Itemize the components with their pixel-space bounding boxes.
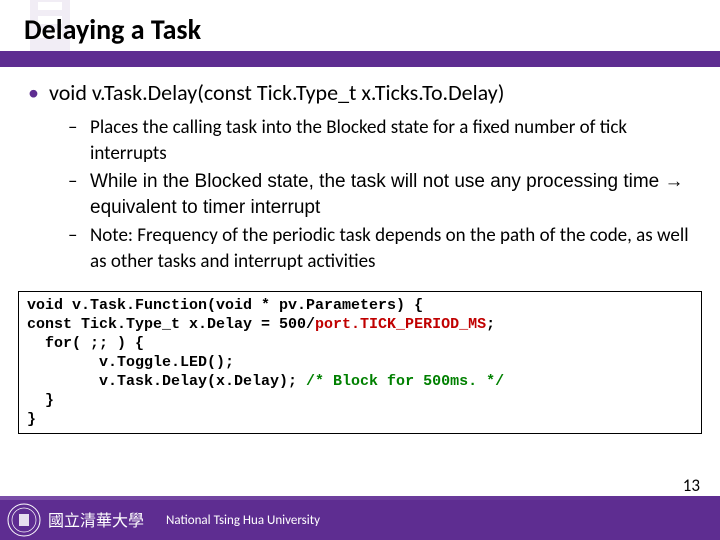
code-line: }	[27, 411, 36, 428]
code-line: for( ;; ) {	[27, 335, 144, 352]
content-area: • void v.Task.Delay(const Tick.Type_t x.…	[0, 67, 720, 285]
sub-bullet: – Note: Frequency of the periodic task d…	[68, 223, 692, 275]
university-seal-icon	[6, 502, 42, 538]
sub-bullet-text: Places the calling task into the Blocked…	[90, 115, 692, 167]
bullet-icon: •	[28, 79, 39, 107]
university-logo-icon: 國立清華大學	[48, 508, 158, 532]
code-line: }	[27, 392, 54, 409]
sub-bullet-text: While in the Blocked state, the task wil…	[90, 169, 692, 221]
sub-bullet: – Places the calling task into the Block…	[68, 115, 692, 167]
footer-text: National Tsing Hua University	[166, 513, 320, 528]
code-line: ;	[486, 316, 495, 333]
footer-bar: 國立清華大學 National Tsing Hua University	[0, 500, 720, 540]
code-line: v.Task.Delay(x.Delay);	[27, 373, 306, 390]
main-bullet: • void v.Task.Delay(const Tick.Type_t x.…	[28, 79, 692, 107]
sub-bullet-list: – Places the calling task into the Block…	[28, 113, 692, 285]
title-divider	[0, 51, 720, 67]
slide-title: Delaying a Task	[0, 0, 720, 51]
code-line: void v.Task.Function(void * pv.Parameter…	[27, 297, 423, 314]
dash-icon: –	[68, 115, 80, 141]
svg-text:國立清華大學: 國立清華大學	[48, 512, 144, 530]
sub-bullet-text: Note: Frequency of the periodic task dep…	[90, 223, 692, 275]
code-line: const Tick.Type_t x.Delay = 500/	[27, 316, 315, 333]
page-number: 13	[683, 475, 700, 496]
code-comment: /* Block for 500ms. */	[306, 373, 504, 390]
sub-bullet: – While in the Blocked state, the task w…	[68, 169, 692, 221]
code-line: v.Toggle.LED();	[27, 354, 234, 371]
code-block: void v.Task.Function(void * pv.Parameter…	[18, 291, 702, 434]
code-macro: port.TICK_PERIOD_MS	[315, 316, 486, 333]
dash-icon: –	[68, 223, 80, 249]
function-signature: void v.Task.Delay(const Tick.Type_t x.Ti…	[49, 79, 504, 107]
dash-icon: –	[68, 169, 80, 195]
